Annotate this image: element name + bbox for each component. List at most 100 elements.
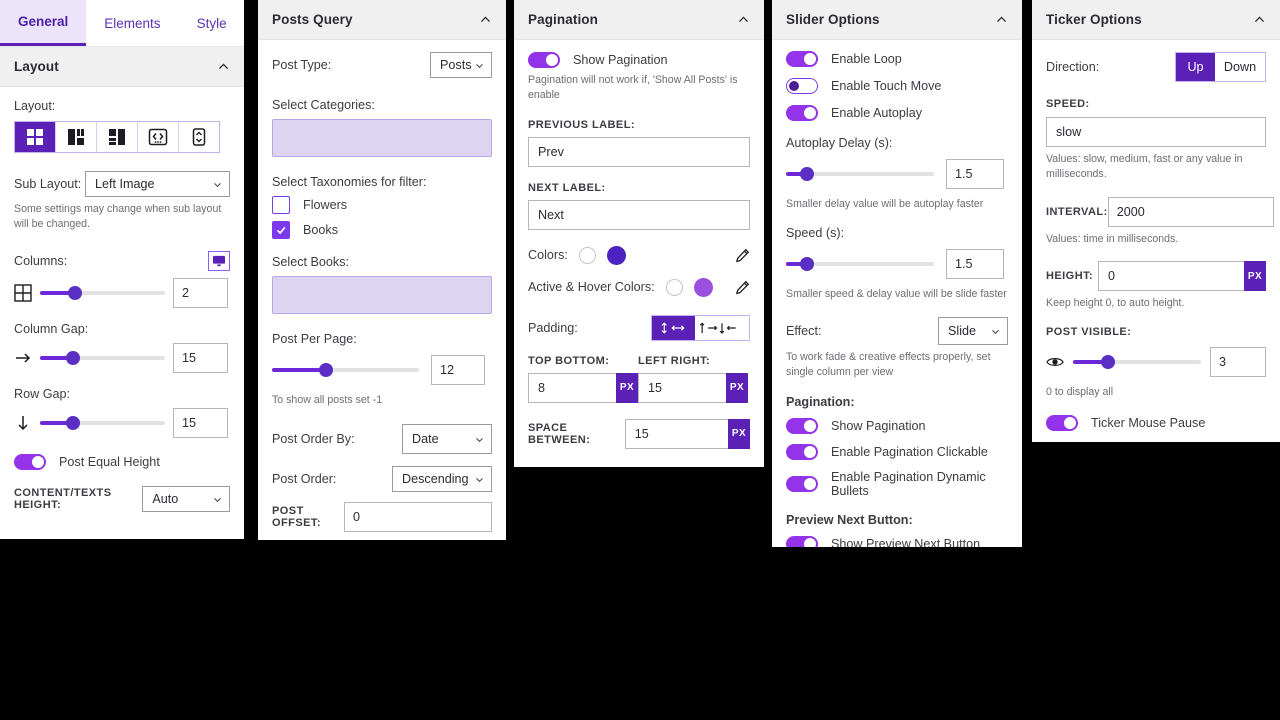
layout-option-carousel[interactable] <box>138 122 179 152</box>
layout-option-masonry[interactable] <box>56 122 97 152</box>
slider-knob[interactable] <box>799 257 814 272</box>
direction-option-down[interactable]: Down <box>1215 53 1265 81</box>
edit-pencil-icon[interactable] <box>735 248 750 263</box>
autoplay-delay-help: Smaller delay value will be autoplay fas… <box>786 198 984 210</box>
space-between-input[interactable] <box>624 418 728 449</box>
chevron-up-icon <box>738 16 749 22</box>
columns-input[interactable] <box>173 277 228 308</box>
section-header-posts-query[interactable]: Posts Query <box>258 0 506 40</box>
space-between-label: SPACE BETWEEN: <box>528 421 591 446</box>
section-header-slider-options[interactable]: Slider Options <box>772 0 1022 40</box>
column-gap-input[interactable] <box>173 342 228 373</box>
show-pagination-toggle[interactable] <box>528 52 560 68</box>
autoplay-delay-slider[interactable] <box>786 166 934 182</box>
enable-loop-label: Enable Loop <box>831 52 902 66</box>
post-per-page-input[interactable] <box>431 355 485 385</box>
autoplay-delay-label: Autoplay Delay (s): <box>786 136 893 150</box>
slider-knob[interactable] <box>1100 355 1115 370</box>
section-header-pagination[interactable]: Pagination <box>514 0 764 40</box>
chevron-up-icon <box>1254 16 1265 22</box>
pagination-clickable-toggle[interactable] <box>786 444 818 461</box>
ticker-speed-input[interactable] <box>1046 117 1266 147</box>
sub-layout-select[interactable]: Left Image <box>85 171 230 197</box>
panel-pagination: Pagination Show Pagination Pagination wi… <box>514 0 764 467</box>
show-pagination-label: Show Pagination <box>573 53 668 67</box>
post-order-select[interactable]: Descending <box>392 466 492 493</box>
previous-label-input[interactable] <box>528 136 750 167</box>
layout-option-grid[interactable] <box>15 122 56 152</box>
height-row: HEIGHT: PX <box>1046 261 1266 292</box>
tab-general[interactable]: General <box>0 0 87 46</box>
post-visible-input[interactable] <box>1210 347 1266 378</box>
interval-input[interactable] <box>1107 196 1274 227</box>
color-swatch-primary[interactable] <box>606 245 626 265</box>
padding-mode-all-sides[interactable] <box>695 315 749 340</box>
previous-label-caption: PREVIOUS LABEL: <box>528 118 635 131</box>
next-label-input[interactable] <box>528 199 750 230</box>
effect-row: Effect: Slide <box>786 316 1008 345</box>
select-categories-field[interactable] <box>272 119 492 157</box>
slider-knob[interactable] <box>65 415 80 430</box>
active-hover-swatch-empty[interactable] <box>665 278 683 296</box>
pagination-dynamic-bullets-toggle[interactable] <box>786 476 818 493</box>
post-order-by-select[interactable]: Date <box>402 424 492 455</box>
pagination-group-label: Pagination: <box>786 395 855 410</box>
autoplay-delay-input[interactable] <box>946 159 1004 189</box>
section-header-ticker-options[interactable]: Ticker Options <box>1032 0 1280 40</box>
slider-knob[interactable] <box>68 285 82 300</box>
color-swatch-empty[interactable] <box>578 246 596 264</box>
monitor-icon <box>213 255 225 266</box>
column-gap-slider[interactable] <box>40 350 165 366</box>
post-visible-slider[interactable] <box>1073 354 1201 370</box>
ticker-mouse-pause-toggle[interactable] <box>1046 414 1078 431</box>
padding-mode-linked[interactable] <box>652 315 695 340</box>
left-right-unit[interactable]: PX <box>726 372 748 403</box>
height-unit[interactable]: PX <box>1244 261 1266 292</box>
masonry-icon <box>68 129 84 145</box>
post-type-select[interactable]: Posts <box>430 52 492 78</box>
active-hover-swatch-primary[interactable] <box>693 277 713 297</box>
edit-pencil-icon[interactable] <box>735 280 750 295</box>
responsive-device-button[interactable] <box>208 250 230 271</box>
padding-inputs-labels: TOP BOTTOM: LEFT RIGHT: <box>528 355 750 367</box>
post-per-page-slider[interactable] <box>272 362 419 378</box>
post-equal-height-toggle[interactable] <box>14 453 46 470</box>
speed-slider[interactable] <box>786 256 934 272</box>
columns-slider[interactable] <box>40 285 165 301</box>
post-offset-input[interactable] <box>344 502 492 533</box>
checkbox-flowers[interactable] <box>272 196 290 214</box>
post-equal-height-label: Post Equal Height <box>59 454 160 469</box>
height-input[interactable] <box>1098 261 1244 292</box>
tab-bar: General Elements Style <box>0 0 244 47</box>
chevron-up-icon <box>218 63 229 69</box>
post-order-by-value: Date <box>412 432 439 447</box>
left-right-input[interactable] <box>638 372 726 403</box>
slider-knob[interactable] <box>319 363 334 377</box>
select-books-field[interactable] <box>272 276 492 314</box>
slider-show-pagination-toggle[interactable] <box>786 418 818 435</box>
space-between-unit[interactable]: PX <box>728 418 750 449</box>
enable-loop-toggle[interactable] <box>786 51 818 67</box>
section-header-layout[interactable]: Layout <box>0 47 244 87</box>
layout-option-mixed-masonry[interactable] <box>97 122 138 152</box>
slider-knob[interactable] <box>799 167 814 181</box>
enable-touch-move-toggle[interactable] <box>786 78 818 94</box>
top-bottom-input[interactable] <box>528 372 616 403</box>
enable-autoplay-toggle[interactable] <box>786 105 818 121</box>
effect-select[interactable]: Slide <box>938 316 1008 345</box>
row-gap-slider[interactable] <box>40 415 165 431</box>
speed-input[interactable] <box>946 249 1004 280</box>
chevron-down-icon <box>992 329 999 334</box>
direction-option-up[interactable]: Up <box>1176 53 1215 81</box>
content-height-select[interactable]: Auto <box>142 485 230 512</box>
show-pagination-row: Show Pagination <box>528 52 750 68</box>
show-preview-next-toggle[interactable] <box>786 536 818 547</box>
top-bottom-unit[interactable]: PX <box>616 372 638 403</box>
enable-loop-row: Enable Loop <box>786 51 1008 67</box>
row-gap-input[interactable] <box>173 407 228 438</box>
checkbox-books[interactable] <box>272 221 290 239</box>
tab-elements[interactable]: Elements <box>86 0 178 46</box>
layout-option-ticker[interactable] <box>179 122 219 152</box>
tab-style[interactable]: Style <box>179 0 244 46</box>
slider-knob[interactable] <box>65 350 80 365</box>
